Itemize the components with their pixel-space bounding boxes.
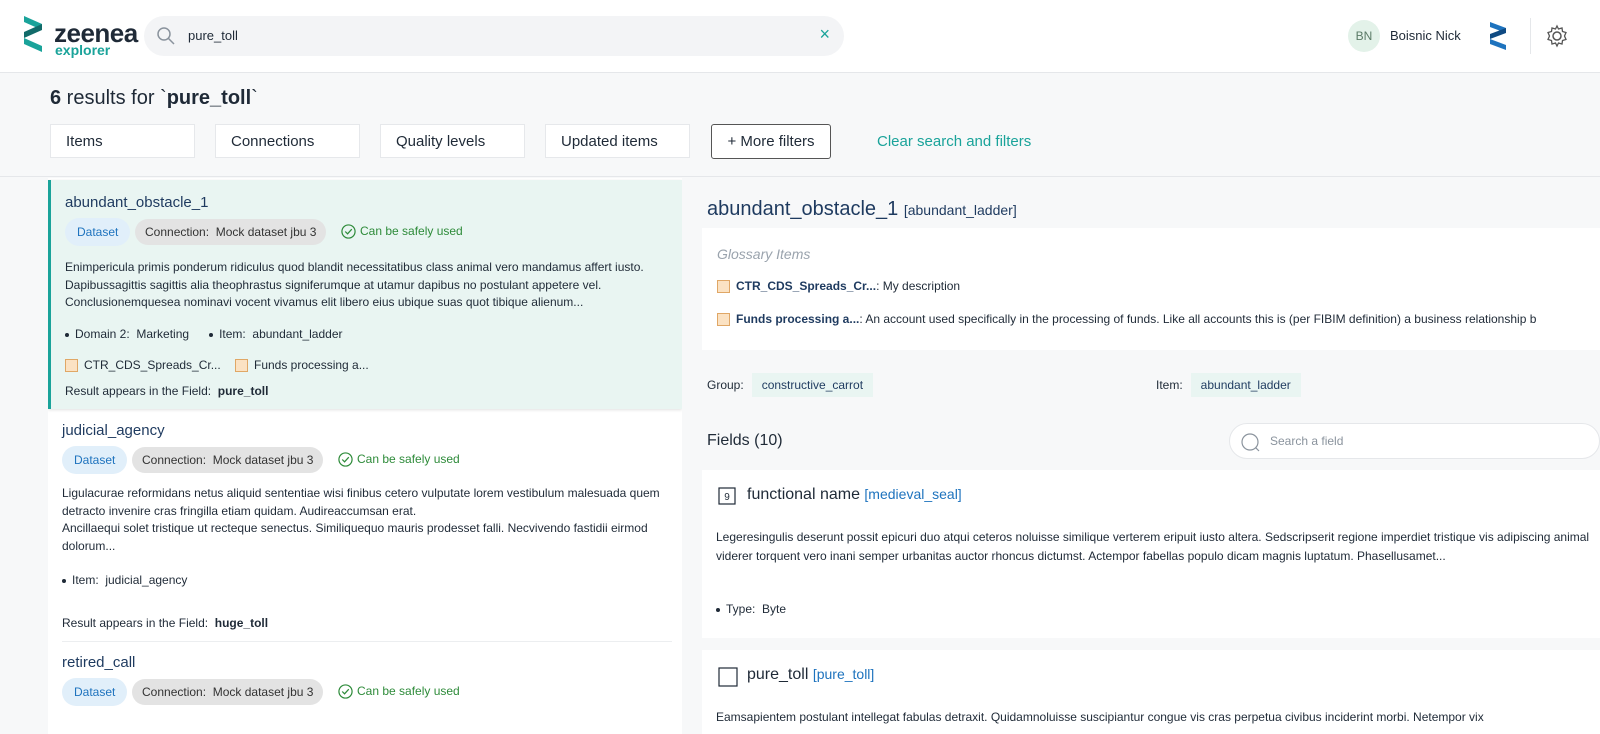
glossary-items-panel: Glossary Items CTR_CDS_Spreads_Cr...: My… [702,228,1600,350]
dataset-badge: Dataset [62,678,128,706]
group-field: Group: constructive_carrot [707,373,874,397]
glossary-square-icon [65,359,78,373]
result-description: Enimpericula primis ponderum ridiculus q… [65,260,644,309]
result-title[interactable]: abundant_obstacle_1 [65,194,208,211]
filter-items[interactable]: Items [50,124,195,158]
result-description: Ligulacurae reformidans netus aliquid se… [62,486,660,518]
quality-status: Can be safely used [338,452,460,467]
quality-status: Can be safely used [341,224,463,239]
connection-badge: Connection: Mock dataset jbu 3 [132,447,324,473]
glossary-tag[interactable]: Funds processing a... [235,358,369,373]
result-title[interactable]: retired_call [62,654,135,671]
zeenea-logo-icon [24,16,42,52]
zeenea-logo[interactable]: zeenea explorer [22,16,142,58]
item-field: Item: abundant_ladder [1156,373,1301,397]
clear-search-and-filters-link[interactable]: Clear search and filters [877,133,1031,150]
detail-panel: abundant_obstacle_1 [abundant_ladder] Gl… [700,178,1600,734]
result-appears-in: Result appears in the Field: pure_toll [65,384,269,398]
search-icon [1241,433,1260,452]
result-appears-in: Result appears in the Field: huge_toll [62,616,269,630]
search-field-input[interactable]: Search a field [1270,434,1343,448]
result-meta: Item: judicial_agency [62,573,187,587]
result-meta: Domain 2: Marketing Item: abundant_ladder [65,327,343,341]
field-search[interactable]: Search a field [1229,423,1600,459]
search-icon [157,27,175,45]
fields-header: Fields (10) [707,432,783,449]
connection-badge: Connection: Mock dataset jbu 3 [132,679,324,705]
empty-type-icon [718,667,738,687]
dataset-badge: Dataset [65,218,131,246]
results-list: abundant_obstacle_1 Dataset Connection: … [48,178,682,734]
filter-updated-items[interactable]: Updated items [545,124,690,158]
result-card-retired-call[interactable]: retired_call Dataset Connection: Mock da… [48,642,682,734]
check-circle-icon [341,224,356,239]
numeric-type-icon: 9 [718,487,736,505]
field-card-pure-toll[interactable]: pure_toll [pure_toll] Eamsapientem postu… [702,650,1600,734]
glossary-item[interactable]: Funds processing a...: An account used s… [717,312,1536,327]
field-card-functional-name[interactable]: 9 functional name [medieval_seal] Legere… [702,470,1600,638]
field-name: pure_toll [pure_toll] [747,666,875,683]
quality-status: Can be safely used [338,684,460,699]
result-card-abundant-obstacle-1[interactable]: abundant_obstacle_1 Dataset Connection: … [48,180,682,409]
check-circle-icon [338,684,353,699]
svg-text:9: 9 [724,492,730,503]
glossary-square-icon [235,359,248,373]
brand-sub: explorer [55,42,111,58]
zeenea-brand-icon[interactable] [1488,22,1508,50]
item-chip[interactable]: abundant_ladder [1190,373,1301,397]
user-name[interactable]: Boisnic Nick [1390,28,1461,43]
global-search[interactable]: pure_toll × [144,16,844,56]
glossary-item[interactable]: CTR_CDS_Spreads_Cr...: My description [717,279,960,294]
glossary-square-icon [717,313,730,327]
field-type: Type: Byte [716,602,786,616]
field-description: Eamsapientem postulant intellegat fabula… [716,710,1484,724]
search-input[interactable]: pure_toll [188,28,238,43]
results-header: 6 results for `pure_toll` Items Connecti… [0,73,1600,177]
filter-quality-levels[interactable]: Quality levels [380,124,525,158]
group-chip[interactable]: constructive_carrot [751,373,874,397]
clear-search-icon[interactable]: × [819,24,830,45]
connection-badge: Connection: Mock dataset jbu 3 [135,219,327,245]
header-divider [1530,18,1531,54]
glossary-items-header: Glossary Items [717,246,811,262]
result-card-judicial-agency[interactable]: judicial_agency Dataset Connection: Mock… [48,410,682,642]
gear-icon[interactable] [1545,24,1569,48]
more-filters-button[interactable]: + More filters [711,124,831,159]
field-description: Legeresingulis deserunt possit epicuri d… [716,530,1590,563]
results-title: 6 results for `pure_toll` [50,87,258,109]
check-circle-icon [338,452,353,467]
detail-title: abundant_obstacle_1 [abundant_ladder] [707,198,1017,220]
glossary-square-icon [717,280,730,294]
filter-connections[interactable]: Connections [215,124,360,158]
field-name: functional name [medieval_seal] [747,486,962,503]
result-title[interactable]: judicial_agency [62,422,165,439]
avatar[interactable]: BN [1348,20,1380,52]
glossary-tag[interactable]: CTR_CDS_Spreads_Cr... [65,358,221,373]
top-bar: zeenea explorer pure_toll × BN Boisnic N… [0,0,1600,73]
dataset-badge: Dataset [62,446,128,474]
result-description: Ancillaequi solet tristique ut recteque … [62,521,648,553]
